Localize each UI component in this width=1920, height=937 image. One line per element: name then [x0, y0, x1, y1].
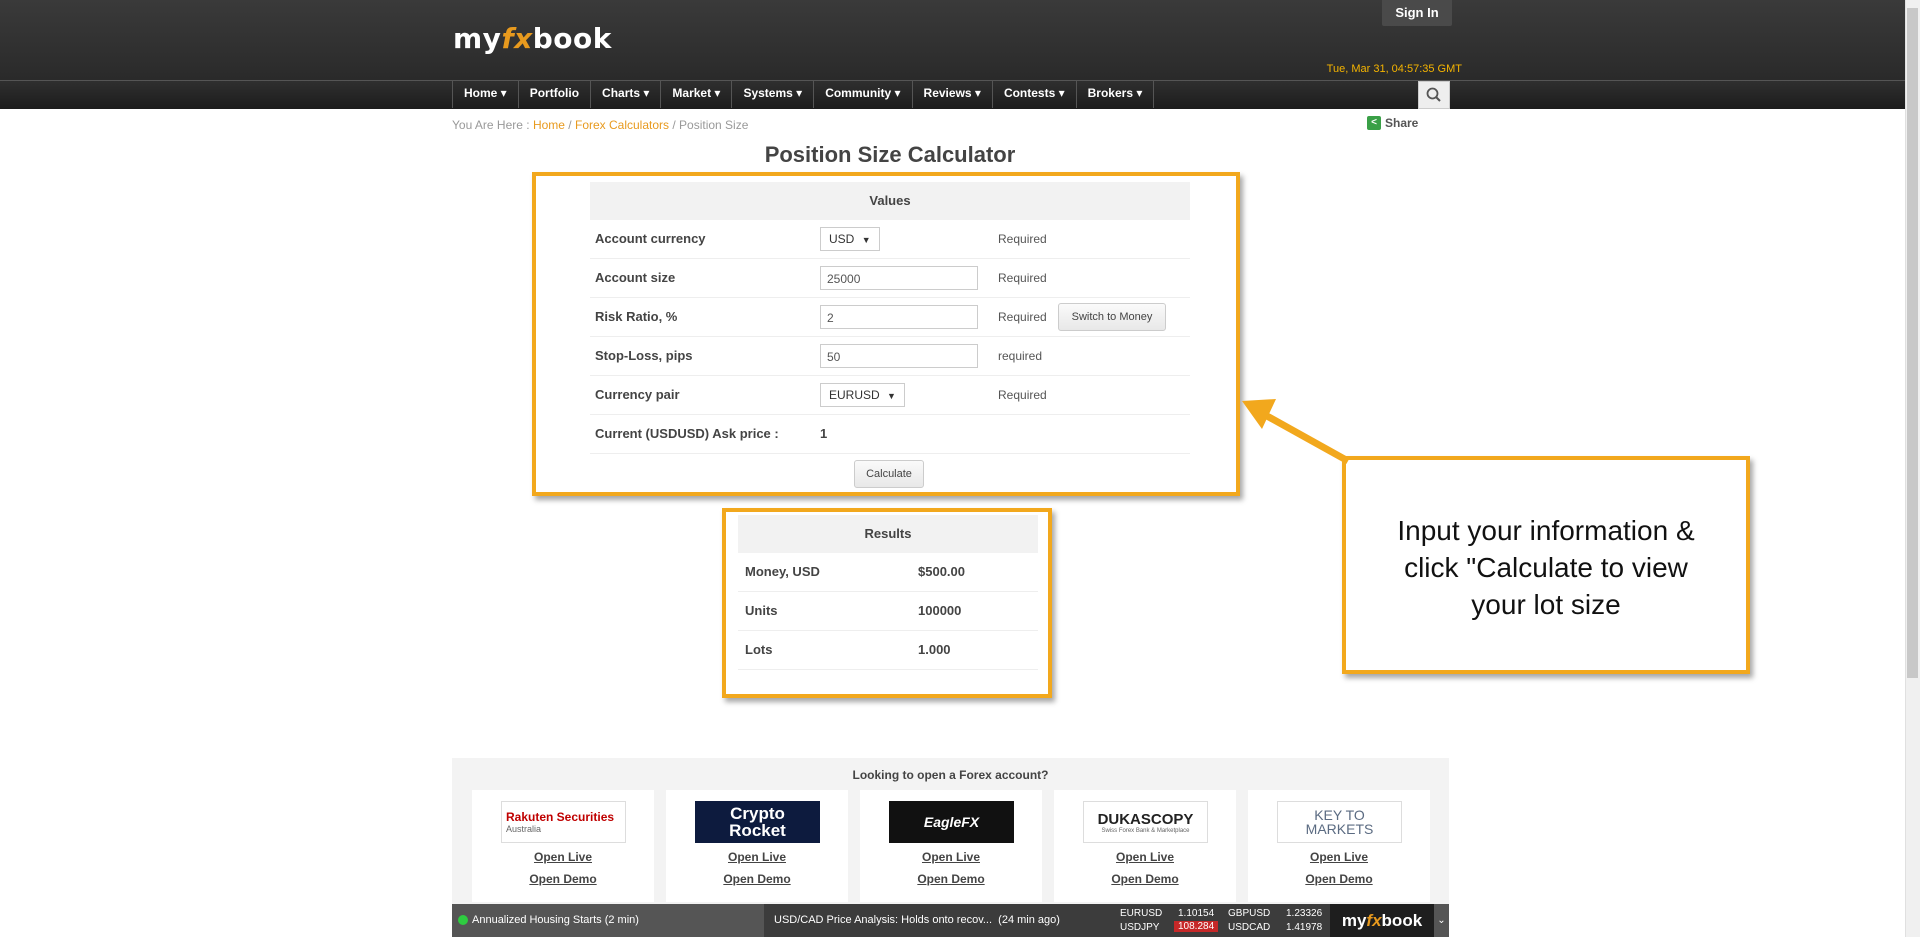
logo-text-book: book — [532, 22, 612, 55]
open-live-link[interactable]: Open Live — [1054, 850, 1236, 864]
nav-brokers[interactable]: Brokers ▾ — [1075, 80, 1155, 108]
share-label: Share — [1385, 116, 1419, 130]
logo-text: MARKETS — [1305, 821, 1374, 837]
nav-portfolio[interactable]: Portfolio — [517, 80, 590, 108]
callout-arrow-icon — [1242, 399, 1350, 465]
dukascopy-logo[interactable]: DUKASCOPY Swiss Forex Bank & Marketplace — [1083, 801, 1208, 843]
page-title: Position Size Calculator — [764, 142, 1016, 167]
quote-pair[interactable]: USDCAD — [1228, 922, 1270, 933]
logo-text-fx: fx — [1366, 911, 1382, 930]
ticker-logo[interactable]: myfxbook — [1330, 904, 1434, 937]
quote-price: 108.284 — [1174, 921, 1219, 932]
status-dot-icon — [458, 915, 468, 926]
logo-text-fx: fx — [501, 22, 533, 55]
callout-line: your lot size — [1471, 589, 1621, 620]
ticker-event-text: Annualized Housing Starts (2 min) — [472, 914, 639, 926]
breadcrumb-separator: / — [564, 118, 575, 132]
ticker-news-title: USD/CAD Price Analysis: Holds onto recov… — [774, 914, 993, 926]
logo-text-book: book — [1381, 911, 1423, 930]
open-live-link[interactable]: Open Live — [860, 850, 1042, 864]
open-demo-link[interactable]: Open Demo — [1054, 872, 1236, 886]
breadcrumb-separator: / — [669, 118, 680, 132]
logo-text-my: my — [1341, 911, 1367, 930]
results-highlight-frame — [722, 508, 1052, 698]
quote-price: 1.23326 — [1286, 908, 1323, 919]
main-nav: Home ▾ Portfolio Charts ▾ Market ▾ Syste… — [452, 80, 1155, 108]
rakuten-logo[interactable]: Rakuten Securities Australia — [501, 801, 626, 843]
broker-card-eaglefx: EagleFX Open Live Open Demo — [860, 790, 1042, 902]
open-demo-link[interactable]: Open Demo — [860, 872, 1042, 886]
nav-home[interactable]: Home ▾ — [452, 80, 518, 108]
sign-in-button[interactable]: Sign In — [1382, 0, 1452, 26]
open-demo-link[interactable]: Open Demo — [666, 872, 848, 886]
site-logo[interactable]: myfxbook — [453, 22, 612, 55]
logo-text: DUKASCOPY — [1097, 810, 1194, 828]
quote-price: 1.10154 — [1178, 908, 1215, 919]
logo-text: Australia — [506, 824, 542, 834]
values-highlight-frame — [532, 172, 1240, 496]
breadcrumb-current: Position Size — [679, 118, 749, 132]
share-icon: < — [1367, 116, 1381, 130]
open-live-link[interactable]: Open Live — [1248, 850, 1430, 864]
broker-card-keytomarkets: KEY TO MARKETS Open Live Open Demo — [1248, 790, 1430, 902]
ticker-event[interactable]: Annualized Housing Starts (2 min) — [452, 904, 764, 937]
logo-text: Rocket — [729, 821, 786, 840]
broker-card-dukascopy: DUKASCOPY Swiss Forex Bank & Marketplace… — [1054, 790, 1236, 902]
logo-text: Rakuten Securities — [506, 810, 615, 824]
nav-charts[interactable]: Charts ▾ — [590, 80, 660, 108]
brokers-title: Looking to open a Forex account? — [852, 768, 1049, 782]
nav-community[interactable]: Community ▾ — [813, 80, 911, 108]
logo-text: EagleFX — [923, 814, 980, 830]
breadcrumb-home-link[interactable]: Home — [533, 118, 565, 132]
open-demo-link[interactable]: Open Demo — [1248, 872, 1430, 886]
logo-text: Swiss Forex Bank & Marketplace — [1101, 827, 1190, 834]
open-live-link[interactable]: Open Live — [666, 850, 848, 864]
site-header — [0, 0, 1905, 80]
quote-price: 1.41978 — [1286, 922, 1323, 933]
nav-systems[interactable]: Systems ▾ — [731, 80, 813, 108]
nav-contests[interactable]: Contests ▾ — [991, 80, 1076, 108]
cryptorocket-logo[interactable]: Crypto Rocket — [695, 801, 820, 843]
logo-text: KEY TO — [1314, 807, 1365, 823]
scrollbar-thumb[interactable] — [1907, 8, 1918, 678]
logo-text: Crypto — [730, 804, 785, 823]
server-datetime: Tue, Mar 31, 04:57:35 GMT — [1326, 63, 1462, 75]
broker-card-rakuten: Rakuten Securities Australia Open Live O… — [472, 790, 654, 902]
breadcrumb-calculators-link[interactable]: Forex Calculators — [575, 118, 669, 132]
breadcrumb: You Are Here : Home / Forex Calculators … — [452, 118, 748, 132]
share-button[interactable]: < Share — [1367, 116, 1418, 130]
logo-text-my: my — [453, 22, 502, 55]
chevron-down-icon[interactable]: ⌄ — [1434, 904, 1449, 937]
callout-text: Input your information & click "Calculat… — [1342, 512, 1750, 623]
broker-card-cryptorocket: Crypto Rocket Open Live Open Demo — [666, 790, 848, 902]
nav-reviews[interactable]: Reviews ▾ — [911, 80, 992, 108]
callout-line: click "Calculate to view — [1404, 552, 1688, 583]
eaglefx-logo[interactable]: EagleFX — [889, 801, 1014, 843]
open-demo-link[interactable]: Open Demo — [472, 872, 654, 886]
quote-pair[interactable]: GBPUSD — [1228, 908, 1270, 919]
open-live-link[interactable]: Open Live — [472, 850, 654, 864]
ticker-news[interactable]: USD/CAD Price Analysis: Holds onto recov… — [770, 904, 1114, 937]
quote-pair[interactable]: EURUSD — [1120, 908, 1162, 919]
quote-pair[interactable]: USDJPY — [1120, 922, 1159, 933]
ticker-news-time: (24 min ago) — [998, 914, 1060, 926]
keytomarkets-logo[interactable]: KEY TO MARKETS — [1277, 801, 1402, 843]
search-icon — [1426, 87, 1441, 102]
callout-line: Input your information & — [1397, 515, 1695, 546]
nav-market[interactable]: Market ▾ — [660, 80, 731, 108]
breadcrumb-prefix: You Are Here : — [452, 118, 533, 132]
search-button[interactable] — [1418, 81, 1450, 109]
